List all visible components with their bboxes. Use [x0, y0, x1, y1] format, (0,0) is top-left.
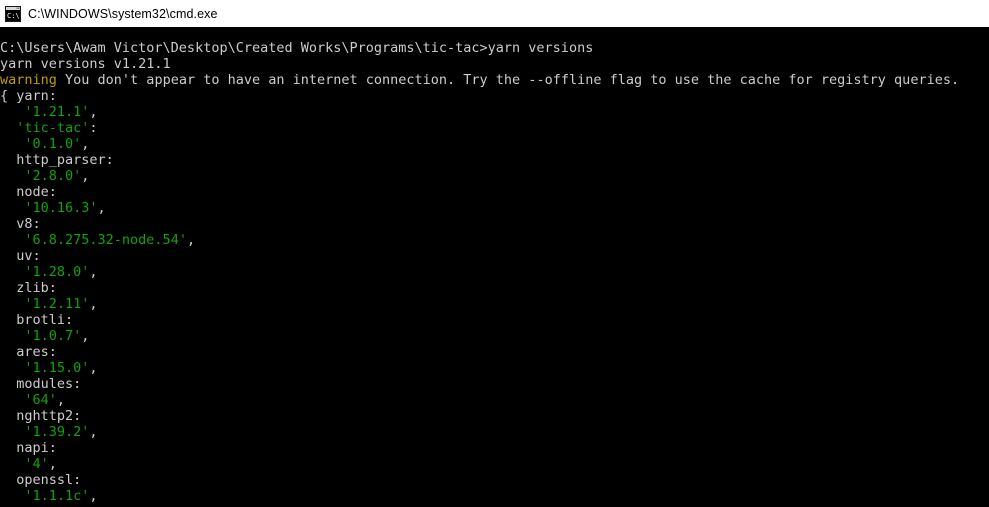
console-text-segment: [0, 120, 16, 136]
console-line: C:\Users\Awam Victor\Desktop\Created Wor…: [0, 40, 989, 56]
console-line: '2.8.0',: [0, 168, 989, 184]
console-text-segment: ,: [81, 168, 90, 184]
console-text-segment: '1.15.0': [24, 360, 90, 376]
console-text-segment: ,: [186, 232, 196, 248]
console-text-segment: [0, 168, 24, 184]
console-text-segment: [0, 136, 24, 152]
console-text-segment: '1.28.0': [24, 264, 90, 280]
console-line: '1.15.0',: [0, 360, 989, 376]
title-bar[interactable]: C:\ C:\WINDOWS\system32\cmd.exe: [0, 0, 989, 27]
console-text-segment: '1.0.7': [24, 328, 82, 344]
console-line: http_parser:: [0, 152, 989, 168]
console-text-segment: '4': [24, 456, 49, 472]
console-line: openssl:: [0, 472, 989, 488]
console-line: '1.39.2',: [0, 424, 989, 440]
console-line: 'tic-tac':: [0, 120, 989, 136]
console-text-segment: [0, 392, 24, 408]
console-text-segment: ,: [89, 360, 98, 376]
console-text-segment: ,: [89, 296, 98, 312]
console-line: '1.28.0',: [0, 264, 989, 280]
cmd-console-icon: C:\: [5, 5, 21, 22]
console-output-area[interactable]: C:\Users\Awam Victor\Desktop\Created Wor…: [0, 27, 989, 507]
console-text-segment: You don't appear to have an internet con…: [56, 72, 960, 88]
console-line: '10.16.3',: [0, 200, 989, 216]
console-text-segment: ,: [81, 328, 90, 344]
console-text-segment: [0, 200, 24, 216]
console-text-segment: :: [89, 120, 98, 136]
console-text-segment: ,: [97, 200, 106, 216]
console-text-segment: 'tic-tac': [16, 120, 90, 136]
console-line: ares:: [0, 344, 989, 360]
console-text-segment: openssl:: [0, 472, 82, 488]
console-line: { yarn:: [0, 88, 989, 104]
console-line: napi:: [0, 440, 989, 456]
console-text-segment: '1.2.11': [24, 296, 90, 312]
console-text-segment: '6.8.275.32-node.54': [24, 232, 187, 248]
console-text-segment: '1.21.1': [24, 104, 90, 120]
console-line: '0.1.0',: [0, 136, 989, 152]
console-text-segment: modules:: [0, 376, 82, 392]
console-text-segment: zlib:: [0, 280, 57, 296]
console-text-segment: nghttp2:: [0, 408, 82, 424]
console-text-segment: [0, 360, 24, 376]
console-text-segment: [0, 424, 24, 440]
console-line: node:: [0, 184, 989, 200]
console-text-segment: [0, 328, 24, 344]
console-line: '64',: [0, 392, 989, 408]
console-text-segment: '64': [24, 392, 57, 408]
console-line: zlib:: [0, 280, 989, 296]
console-text-segment: node:: [0, 184, 57, 200]
console-text-segment: [0, 488, 24, 504]
console-text-segment: [0, 232, 24, 248]
console-text-segment: uv:: [0, 248, 41, 264]
window-title: C:\WINDOWS\system32\cmd.exe: [28, 6, 218, 21]
console-line: uv:: [0, 248, 989, 264]
console-line: '1.0.7',: [0, 328, 989, 344]
console-text-segment: ,: [89, 488, 98, 504]
console-text-segment: ,: [89, 104, 98, 120]
console-text-segment: '10.16.3': [24, 200, 98, 216]
console-text-segment: [0, 296, 24, 312]
console-line: warning You don't appear to have an inte…: [0, 72, 989, 88]
console-line: v8:: [0, 216, 989, 232]
console-text-segment: C:\Users\Awam Victor\Desktop\Created Wor…: [0, 40, 594, 56]
console-text-segment: ,: [48, 456, 57, 472]
console-line: '1.2.11',: [0, 296, 989, 312]
console-line: '6.8.275.32-node.54',: [0, 232, 989, 248]
console-line: '1.21.1',: [0, 104, 989, 120]
console-line: nghttp2:: [0, 408, 989, 424]
cmd-window: C:\ C:\WINDOWS\system32\cmd.exe C:\Users…: [0, 0, 989, 507]
console-text-segment: ,: [56, 392, 66, 408]
console-line: '4',: [0, 456, 989, 472]
console-text-segment: warning: [0, 72, 57, 88]
console-text-segment: '2.8.0': [24, 168, 82, 184]
console-lines: C:\Users\Awam Victor\Desktop\Created Wor…: [0, 40, 989, 504]
console-text-segment: v8:: [0, 216, 41, 232]
console-text-segment: '1.1.1c': [24, 488, 90, 504]
console-text-segment: [0, 264, 24, 280]
console-line: brotli:: [0, 312, 989, 328]
console-line: yarn versions v1.21.1: [0, 56, 989, 72]
console-text-segment: napi:: [0, 440, 57, 456]
console-text-segment: '1.39.2': [24, 424, 90, 440]
console-line: modules:: [0, 376, 989, 392]
console-text-segment: ,: [89, 264, 98, 280]
console-line: '1.1.1c',: [0, 488, 989, 504]
console-text-segment: ,: [89, 424, 98, 440]
console-text-segment: ,: [81, 136, 90, 152]
console-text-segment: brotli:: [0, 312, 74, 328]
console-text-segment: { yarn:: [0, 88, 57, 104]
console-text-segment: yarn versions v1.21.1: [0, 56, 171, 72]
console-text-segment: http_parser:: [0, 152, 114, 168]
console-text-segment: [0, 456, 24, 472]
svg-text:C:\: C:\: [7, 12, 20, 20]
console-text-segment: ares:: [0, 344, 57, 360]
console-text-segment: [0, 104, 24, 120]
console-text-segment: '0.1.0': [24, 136, 82, 152]
